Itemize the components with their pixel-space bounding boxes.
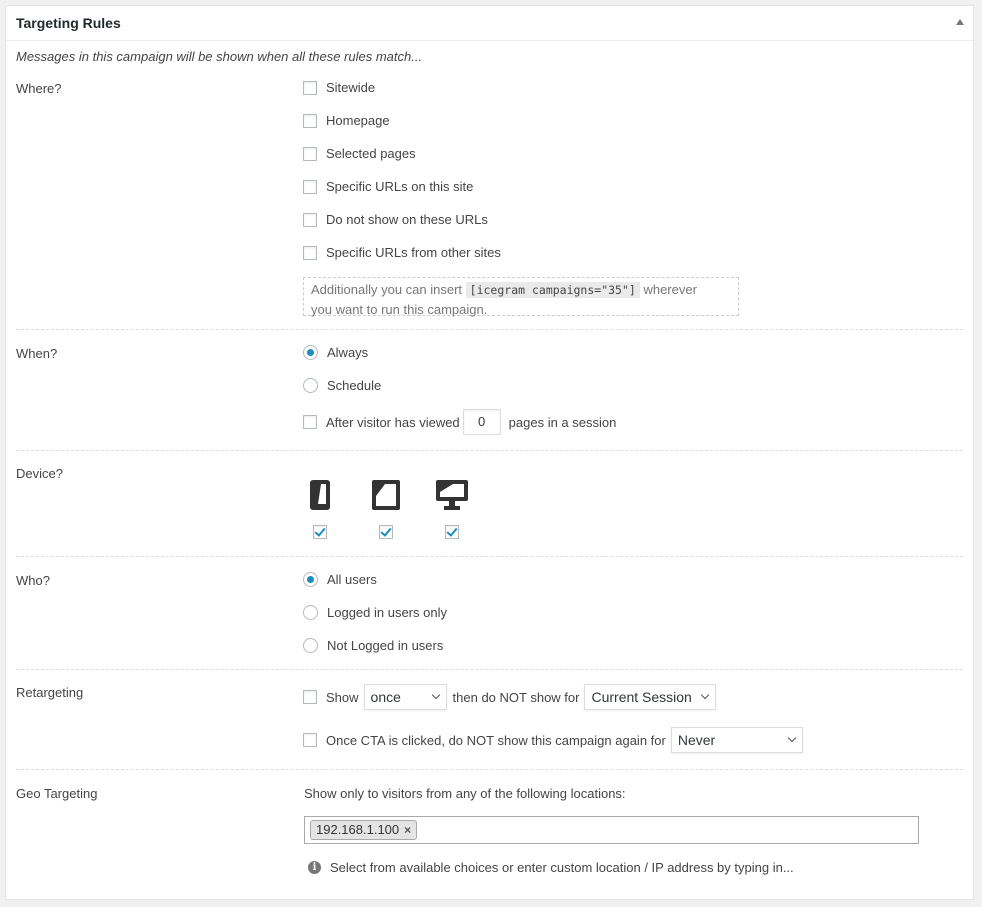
checkbox[interactable] (445, 525, 459, 539)
who-option-all-users[interactable]: All users (303, 572, 377, 587)
option-label: Specific URLs from other sites (326, 245, 501, 260)
device-desktop[interactable] (435, 479, 469, 539)
note-prefix: Additionally you can insert (311, 282, 463, 297)
divider (16, 450, 963, 451)
option-label: Selected pages (326, 146, 416, 161)
when-option-schedule[interactable]: Schedule (303, 378, 381, 393)
checkbox[interactable] (303, 690, 317, 704)
location-tag: 192.168.1.100 × (310, 820, 418, 840)
radio-button[interactable] (303, 378, 318, 393)
where-label: Where? (16, 81, 62, 96)
desktop-icon (436, 480, 468, 510)
divider (16, 669, 963, 670)
option-label: All users (327, 572, 377, 587)
intro-text: Messages in this campaign will be shown … (16, 49, 423, 64)
option-label: Homepage (326, 113, 390, 128)
divider (16, 769, 963, 770)
option-label: Always (327, 345, 369, 360)
where-option-specific-urls[interactable]: Specific URLs on this site (303, 179, 473, 194)
checkbox[interactable] (303, 415, 317, 429)
chevron-down-icon (701, 690, 710, 700)
where-option-sitewide[interactable]: Sitewide (303, 80, 375, 95)
cta-select[interactable]: Never (670, 727, 803, 753)
geo-help-text: Select from available choices or enter c… (330, 860, 794, 875)
device-label: Device? (16, 466, 63, 481)
when-option-page-views[interactable]: After visitor has viewed 0 pages in a se… (303, 409, 616, 435)
duration-select[interactable]: Current Session (584, 684, 717, 710)
mobile-icon (310, 480, 330, 510)
page-views-prefix: After visitor has viewed (326, 414, 460, 430)
frequency-value: once (370, 689, 401, 705)
checkbox[interactable] (313, 525, 327, 539)
when-label: When? (16, 346, 58, 361)
tablet-icon (372, 480, 400, 510)
shortcode-note: Additionally you can insert [icegram cam… (303, 277, 739, 317)
divider (16, 329, 963, 330)
divider (16, 556, 963, 557)
note-line2: you want to run this campaign. (311, 302, 488, 317)
note-suffix: wherever (643, 282, 697, 297)
checkbox[interactable] (303, 212, 317, 227)
retargeting-show-row[interactable]: Show once then do NOT show for Current S… (303, 684, 717, 710)
when-option-always[interactable]: Always (303, 345, 368, 360)
checkbox[interactable] (379, 525, 393, 539)
where-option-exclude-urls[interactable]: Do not show on these URLs (303, 212, 488, 227)
radio-button[interactable] (303, 572, 318, 587)
who-option-not-logged-in[interactable]: Not Logged in users (303, 638, 443, 653)
cta-value: Never (677, 732, 716, 748)
targeting-rules-panel: Targeting Rules Messages in this campaig… (5, 5, 974, 900)
info-icon: i (308, 861, 321, 874)
remove-tag-icon[interactable]: × (404, 821, 411, 839)
option-label: Sitewide (326, 80, 376, 95)
where-option-selected-pages[interactable]: Selected pages (303, 146, 416, 161)
checkbox[interactable] (303, 245, 317, 260)
frequency-select[interactable]: once (363, 684, 447, 710)
radio-button[interactable] (303, 605, 318, 620)
option-label: Schedule (327, 378, 382, 393)
device-tablet[interactable] (371, 479, 401, 539)
panel-header[interactable]: Targeting Rules (6, 6, 973, 41)
checkbox[interactable] (303, 179, 317, 194)
panel-title: Targeting Rules (16, 15, 121, 31)
checkbox[interactable] (303, 733, 317, 747)
where-option-homepage[interactable]: Homepage (303, 113, 390, 128)
geo-description: Show only to visitors from any of the fo… (304, 786, 626, 801)
checkbox[interactable] (303, 146, 317, 161)
option-label: Logged in users only (327, 605, 447, 620)
where-option-other-sites[interactable]: Specific URLs from other sites (303, 245, 501, 260)
device-mobile[interactable] (309, 479, 331, 539)
cta-label: Once CTA is clicked, do NOT show this ca… (326, 732, 666, 748)
shortcode[interactable]: [icegram campaigns="35"] (465, 282, 640, 298)
radio-button[interactable] (303, 345, 318, 360)
radio-button[interactable] (303, 638, 318, 653)
geo-location-input[interactable]: 192.168.1.100 × (304, 816, 919, 844)
show-label: Show (326, 689, 359, 705)
tag-label: 192.168.1.100 (316, 822, 400, 837)
option-label: Do not show on these URLs (326, 212, 488, 227)
who-option-logged-in[interactable]: Logged in users only (303, 605, 447, 620)
geo-help: i Select from available choices or enter… (308, 860, 794, 875)
retargeting-label: Retargeting (16, 685, 84, 700)
option-label: Specific URLs on this site (326, 179, 474, 194)
duration-value: Current Session (591, 689, 692, 705)
checkbox[interactable] (303, 80, 317, 95)
middle-text: then do NOT show for (452, 689, 580, 705)
page-views-suffix: pages in a session (508, 414, 617, 430)
chevron-down-icon (787, 733, 797, 743)
who-label: Who? (16, 573, 50, 588)
chevron-down-icon (431, 690, 440, 700)
geo-label: Geo Targeting (16, 786, 98, 801)
page-views-input[interactable]: 0 (462, 409, 501, 435)
collapse-toggle-icon[interactable] (956, 19, 964, 25)
option-label: Not Logged in users (327, 638, 444, 653)
retargeting-cta-row[interactable]: Once CTA is clicked, do NOT show this ca… (303, 727, 803, 753)
checkbox[interactable] (303, 113, 317, 128)
